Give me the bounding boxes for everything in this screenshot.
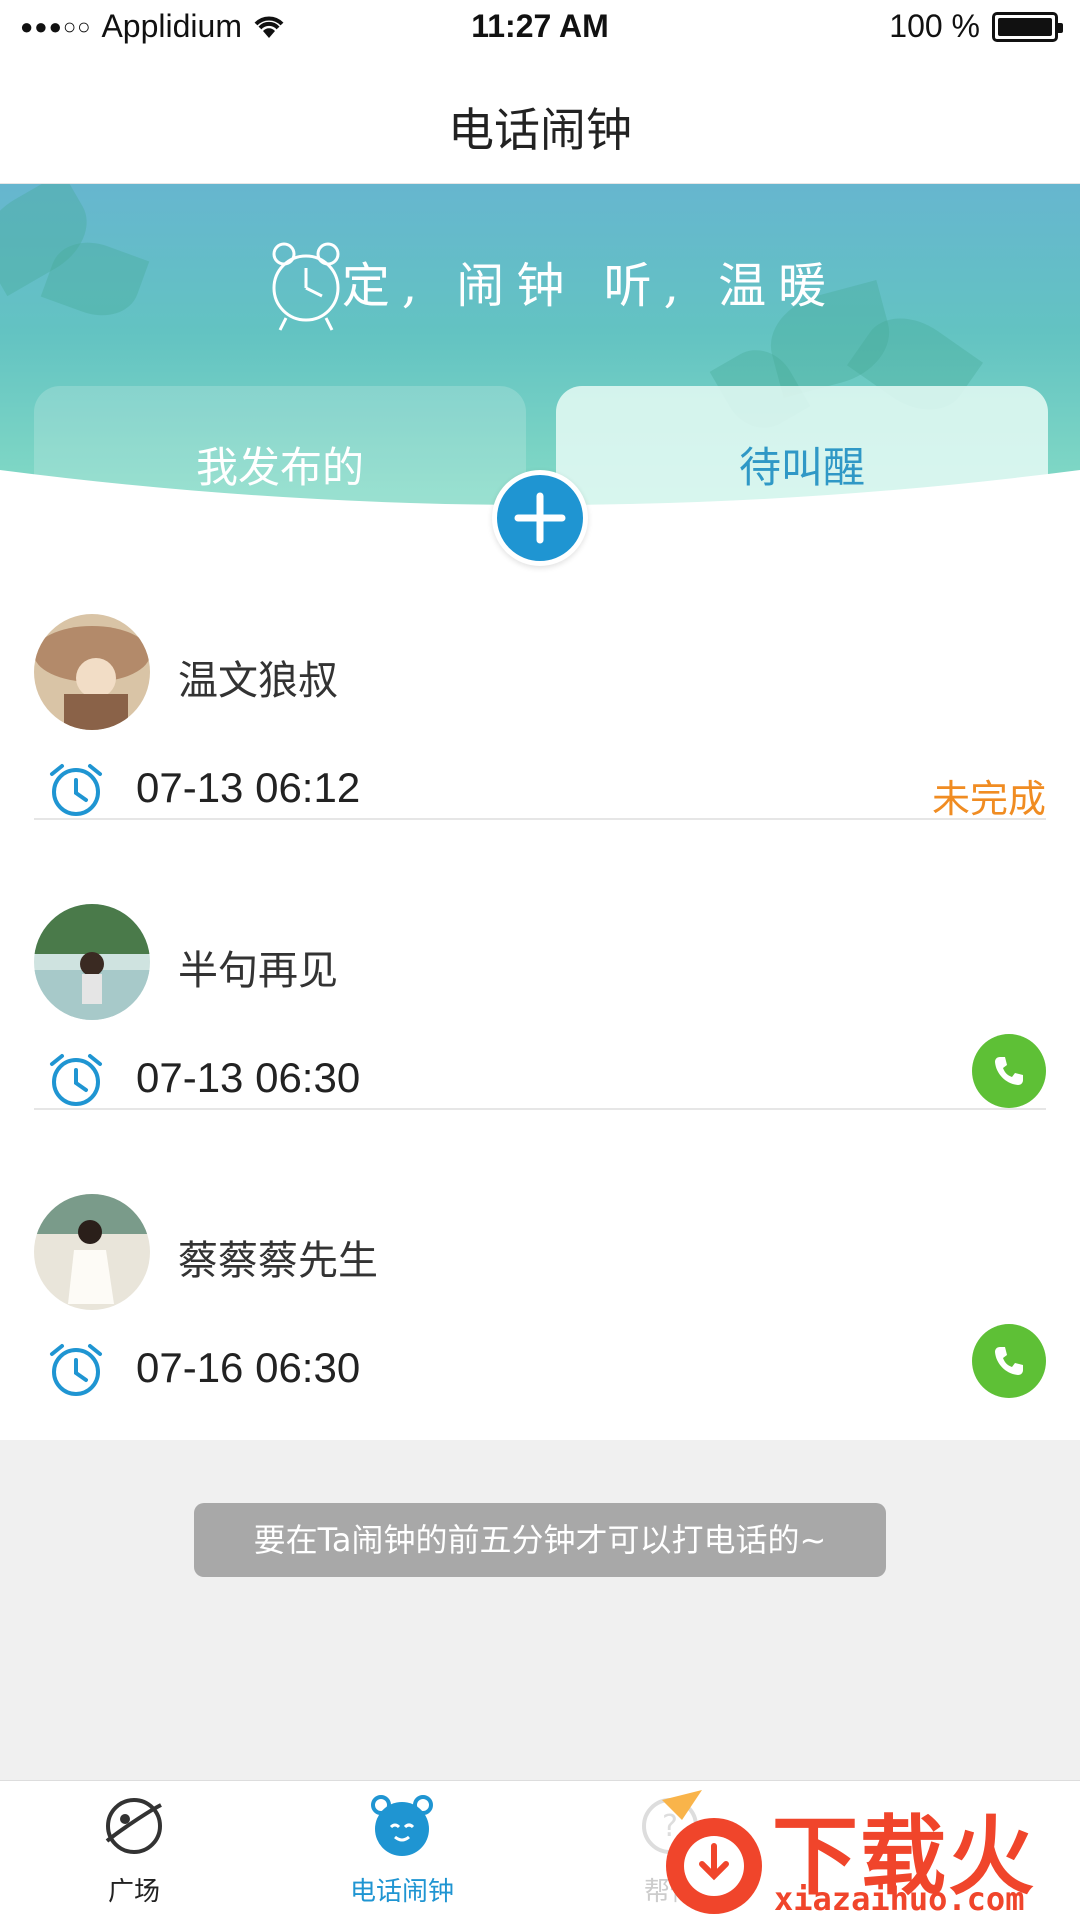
alarm-clock-icon — [50, 1054, 102, 1106]
list-item[interactable]: 蔡蔡蔡先生 07-16 06:30 — [0, 1110, 1080, 1400]
page-title: 电话闹钟 — [448, 103, 632, 157]
planet-icon — [105, 1798, 162, 1854]
status-badge: 未完成 — [931, 777, 1046, 821]
tab-label: 广场 — [107, 1877, 160, 1907]
alarm-time: 07-13 06:12 — [136, 764, 361, 811]
download-logo-icon — [662, 1790, 762, 1914]
tab-label: 电话闹钟 — [349, 1877, 454, 1907]
phone-icon — [995, 1057, 1023, 1085]
avatar — [34, 614, 150, 730]
alarm-time: 07-16 06:30 — [136, 1344, 361, 1391]
banner-slogan: 定, 闹钟 听, 温暖 — [341, 258, 839, 314]
avatar — [34, 904, 150, 1020]
list-item[interactable]: 温文狼叔 07-13 06:12 未完成 — [0, 530, 1080, 821]
avatar — [34, 1194, 150, 1310]
battery-percent: 100 % — [889, 8, 980, 44]
phone-icon — [995, 1347, 1023, 1375]
user-name: 半句再见 — [178, 948, 338, 994]
alarm-time: 07-13 06:30 — [136, 1054, 361, 1101]
alarm-clock-icon — [50, 764, 102, 816]
watermark-domain: xiazaihuo.com — [774, 1880, 1025, 1918]
add-alarm-button[interactable] — [492, 470, 588, 566]
battery-icon — [992, 11, 1063, 42]
status-right: 100 % — [889, 8, 1063, 45]
alarm-face-icon — [371, 1795, 433, 1856]
alarm-clock-icon — [50, 1344, 102, 1396]
alarm-list: 温文狼叔 07-13 06:12 未完成 半句再见 07-13 06:30 蔡蔡… — [0, 530, 1080, 1440]
navigation-bar: 电话闹钟 — [0, 56, 1080, 184]
call-button[interactable] — [972, 1324, 1046, 1398]
user-name: 温文狼叔 — [178, 658, 338, 704]
plus-icon — [514, 492, 566, 544]
banner: 定, 闹钟 听, 温暖 我发布的 待叫醒 — [0, 184, 1080, 514]
watermark: 下载火 xiazaihuo.com — [642, 1780, 1080, 1920]
status-bar: ●●●○○ Applidium 11:27 AM 100 % — [0, 0, 1080, 56]
tab-phone-alarm[interactable]: 电话闹钟 — [302, 1791, 502, 1908]
list-item[interactable]: 半句再见 07-13 06:30 — [0, 820, 1080, 1110]
tab-plaza[interactable]: 广场 — [34, 1791, 234, 1908]
call-button[interactable] — [972, 1034, 1046, 1108]
user-name: 蔡蔡蔡先生 — [178, 1238, 378, 1284]
toast-message: 要在Ta闹钟的前五分钟才可以打电话的~ — [194, 1503, 886, 1577]
